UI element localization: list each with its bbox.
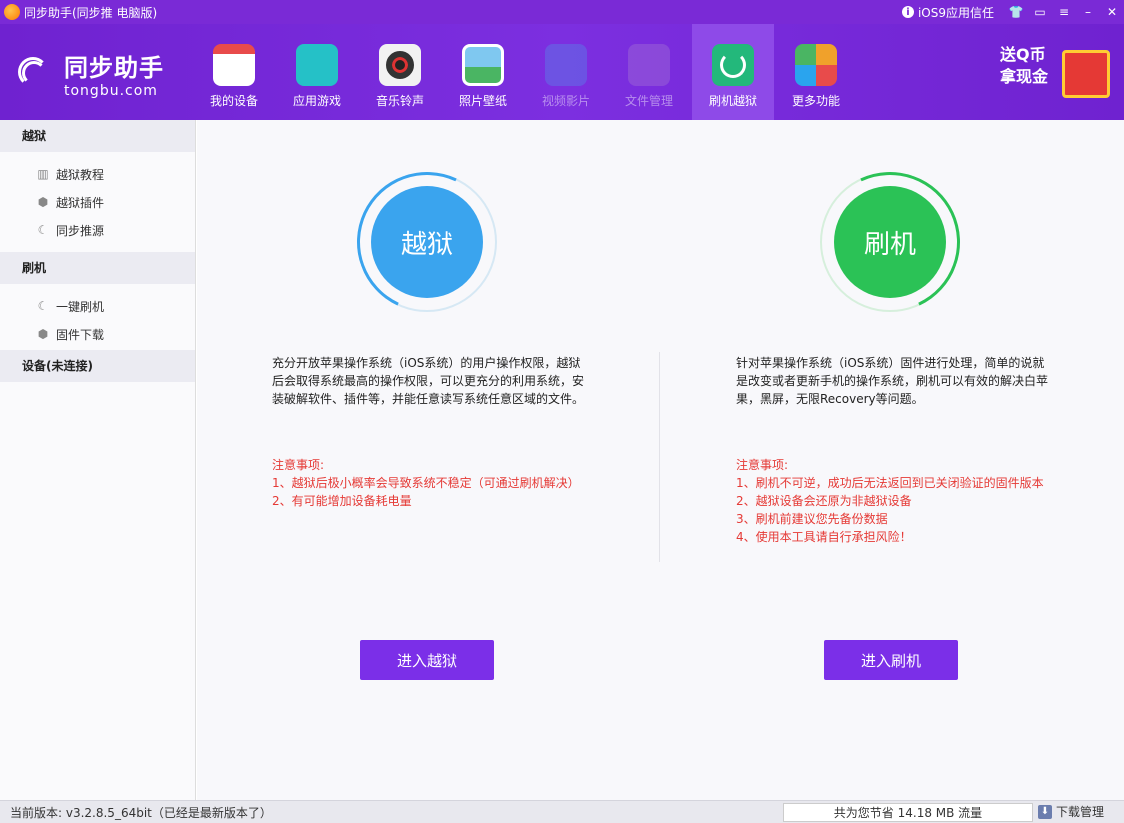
store-icon <box>213 44 255 86</box>
music-icon <box>379 44 421 86</box>
promo-line-1: 送Q币 <box>1000 44 1048 66</box>
sidebar-item-label: 一键刷机 <box>56 298 104 315</box>
tongbu-logo-icon <box>14 49 54 99</box>
flash-circle-label: 刷机 <box>834 186 946 298</box>
nav-label: 照片壁纸 <box>442 92 524 109</box>
close-icon[interactable]: ✕ <box>1100 0 1124 24</box>
nav-label: 音乐铃声 <box>359 92 441 109</box>
sidebar-item-jailbreak-plugins[interactable]: ⬢ 越狱插件 <box>0 188 195 216</box>
nav-music[interactable]: 音乐铃声 <box>359 24 441 120</box>
tongbu-icon: ☾ <box>36 223 50 237</box>
flash-notes: 注意事项: 1、刷机不可逆，成功后无法返回到已关闭验证的固件版本 2、越狱设备会… <box>736 456 1066 546</box>
ios9-trust-label: iOS9应用信任 <box>918 4 994 21</box>
promo-line-2: 拿现金 <box>1000 66 1048 88</box>
nav-flash-jailbreak[interactable]: 刷机越狱 <box>692 24 774 120</box>
question-icon: i <box>902 6 914 18</box>
jailbreak-circle[interactable]: 越狱 <box>357 172 497 312</box>
brand-logo: 同步助手 tongbu.com <box>14 48 164 99</box>
nav-more[interactable]: 更多功能 <box>775 24 857 120</box>
shirt-icon[interactable]: 👕 <box>1004 0 1028 24</box>
version-text: 当前版本: v3.2.8.5_64bit（已经是最新版本了） <box>10 804 272 821</box>
ios9-trust-link[interactable]: i iOS9应用信任 <box>902 4 994 21</box>
box-icon: ⬢ <box>36 327 50 341</box>
enter-jailbreak-button[interactable]: 进入越狱 <box>360 640 494 680</box>
promo-banner[interactable]: 送Q币 拿现金 <box>1000 44 1110 108</box>
nav-label: 视频影片 <box>525 92 607 109</box>
sidebar-item-label: 同步推源 <box>56 222 104 239</box>
enter-flash-button[interactable]: 进入刷机 <box>824 640 958 680</box>
photo-icon <box>462 44 504 86</box>
flash-note: 2、越狱设备会还原为非越狱设备 <box>736 492 1066 510</box>
traffic-saved-box: 共为您节省 14.18 MB 流量 <box>783 803 1033 822</box>
main-panel: 越狱 充分开放苹果操作系统（iOS系统）的用户操作权限，越狱后会取得系统最高的操… <box>197 120 1124 800</box>
sidebar-item-jailbreak-tutorial[interactable]: ▥ 越狱教程 <box>0 160 195 188</box>
nav-photos[interactable]: 照片壁纸 <box>442 24 524 120</box>
book-icon: ▥ <box>36 167 50 181</box>
sidebar-section-flash[interactable]: 刷机 <box>0 252 195 284</box>
jailbreak-note: 1、越狱后极小概率会导致系统不稳定（可通过刷机解决） <box>272 474 602 492</box>
appstore-icon <box>296 44 338 86</box>
nav-apps-games[interactable]: 应用游戏 <box>276 24 358 120</box>
sidebar-item-tongbu-source[interactable]: ☾ 同步推源 <box>0 216 195 244</box>
jailbreak-notes-title: 注意事项: <box>272 456 602 474</box>
status-bar: 当前版本: v3.2.8.5_64bit（已经是最新版本了） 共为您节省 14.… <box>0 800 1124 823</box>
jailbreak-circle-label: 越狱 <box>371 186 483 298</box>
minimize-icon[interactable]: – <box>1076 0 1100 24</box>
video-icon <box>545 44 587 86</box>
flash-note: 1、刷机不可逆，成功后无法返回到已关闭验证的固件版本 <box>736 474 1066 492</box>
app-logo-icon <box>4 4 20 20</box>
flash-note: 4、使用本工具请自行承担风险！ <box>736 528 1066 546</box>
sidebar: 越狱 ▥ 越狱教程 ⬢ 越狱插件 ☾ 同步推源 刷机 ☾ 一键刷机 ⬢ 固件下载… <box>0 120 196 800</box>
gift-box-icon <box>1062 50 1110 98</box>
jailbreak-note: 2、有可能增加设备耗电量 <box>272 492 602 510</box>
refresh-icon <box>712 44 754 86</box>
download-icon: ⬇ <box>1038 805 1052 819</box>
flash-circle[interactable]: 刷机 <box>820 172 960 312</box>
sidebar-item-label: 越狱教程 <box>56 166 104 183</box>
nav-label: 刷机越狱 <box>692 92 774 109</box>
sidebar-item-label: 越狱插件 <box>56 194 104 211</box>
download-manager-label: 下载管理 <box>1056 803 1104 820</box>
nav-files[interactable]: 文件管理 <box>608 24 690 120</box>
brand-name-en: tongbu.com <box>64 83 164 99</box>
jailbreak-description: 充分开放苹果操作系统（iOS系统）的用户操作权限，越狱后会取得系统最高的操作权限… <box>272 354 592 408</box>
menu-icon[interactable]: ≡ <box>1052 0 1076 24</box>
top-nav: 同步助手 tongbu.com 我的设备 应用游戏 音乐铃声 照片壁纸 视频影片… <box>0 24 1124 120</box>
nav-label: 更多功能 <box>775 92 857 109</box>
box-icon: ⬢ <box>36 195 50 209</box>
nav-videos[interactable]: 视频影片 <box>525 24 607 120</box>
grid-icon <box>795 44 837 86</box>
sidebar-section-jailbreak[interactable]: 越狱 <box>0 120 195 152</box>
column-divider <box>659 352 660 562</box>
folder-icon <box>628 44 670 86</box>
flash-notes-title: 注意事项: <box>736 456 1066 474</box>
sidebar-item-label: 固件下载 <box>56 326 104 343</box>
download-manager-button[interactable]: ⬇ 下载管理 <box>1038 803 1104 820</box>
title-bar: 同步助手(同步推 电脑版) i iOS9应用信任 👕 ▭ ≡ – ✕ <box>0 0 1124 24</box>
chat-icon[interactable]: ▭ <box>1028 0 1052 24</box>
nav-label: 应用游戏 <box>276 92 358 109</box>
nav-label: 我的设备 <box>193 92 275 109</box>
sidebar-item-firmware-download[interactable]: ⬢ 固件下载 <box>0 320 195 348</box>
nav-my-device[interactable]: 我的设备 <box>193 24 275 120</box>
flash-description: 针对苹果操作系统（iOS系统）固件进行处理，简单的说就是改变或者更新手机的操作系… <box>736 354 1056 408</box>
flash-note: 3、刷机前建议您先备份数据 <box>736 510 1066 528</box>
jailbreak-notes: 注意事项: 1、越狱后极小概率会导致系统不稳定（可通过刷机解决） 2、有可能增加… <box>272 456 602 510</box>
brand-name-cn: 同步助手 <box>64 48 164 83</box>
sidebar-section-device[interactable]: 设备(未连接) <box>0 350 195 382</box>
window-title: 同步助手(同步推 电脑版) <box>24 4 157 21</box>
tongbu-icon: ☾ <box>36 299 50 313</box>
sidebar-item-one-click-flash[interactable]: ☾ 一键刷机 <box>0 292 195 320</box>
nav-label: 文件管理 <box>608 92 690 109</box>
